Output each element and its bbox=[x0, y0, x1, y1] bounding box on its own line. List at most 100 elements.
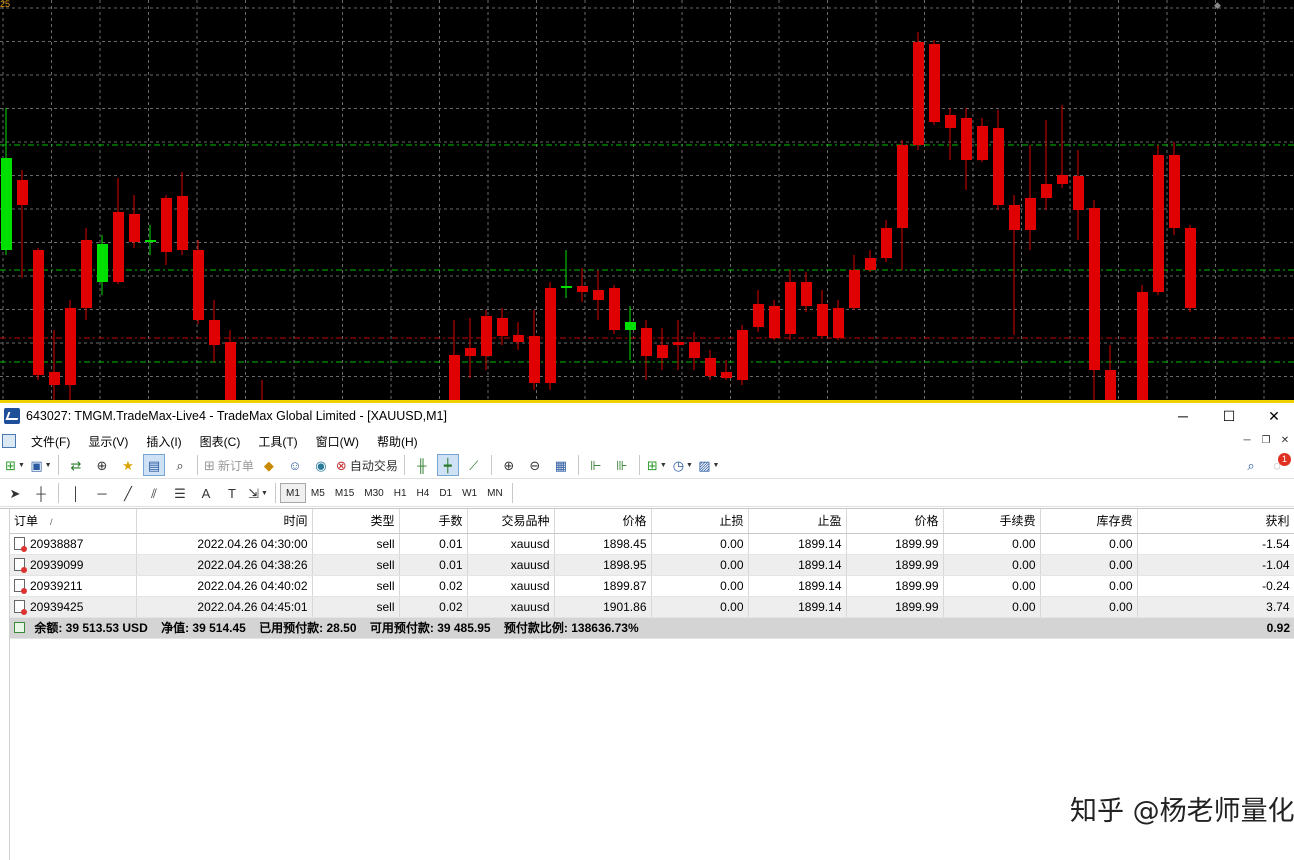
col-swap[interactable]: 库存费 bbox=[1040, 509, 1138, 534]
crosshair-button[interactable]: ┼ bbox=[30, 482, 52, 504]
candle-body bbox=[673, 342, 684, 345]
templates-button[interactable]: ▨ ▼ bbox=[698, 454, 720, 476]
dropdown-arrow-icon: ▼ bbox=[659, 461, 667, 469]
type-cell: sell bbox=[312, 533, 400, 555]
new-order-button[interactable]: ⊞ 新订单 bbox=[204, 454, 254, 476]
crosshair-target-icon: ⊕ bbox=[96, 457, 108, 473]
text-icon: A bbox=[201, 485, 211, 501]
zoom-out-button[interactable]: ⊖ bbox=[524, 454, 546, 476]
timeframe-m5[interactable]: M5 bbox=[306, 483, 330, 503]
timeframe-m1[interactable]: M1 bbox=[280, 483, 306, 503]
menu-tools[interactable]: 工具(T) bbox=[249, 433, 306, 450]
col-stop-loss[interactable]: 止损 bbox=[651, 509, 749, 534]
profiles-button[interactable]: ▣ ▼ bbox=[30, 454, 52, 476]
timeframe-m30[interactable]: M30 bbox=[359, 483, 388, 503]
menu-view[interactable]: 显示(V) bbox=[79, 433, 137, 450]
col-time[interactable]: 时间 bbox=[136, 509, 313, 534]
price-cell: 1899.99 bbox=[846, 596, 944, 618]
timeframe-h1[interactable]: H1 bbox=[389, 483, 412, 503]
market-watch-button[interactable]: ⇄ bbox=[65, 454, 87, 476]
indicators-button[interactable]: ⊞ ▼ bbox=[646, 454, 668, 476]
child-restore-icon[interactable]: ❐ bbox=[1259, 434, 1273, 448]
chart-window-icon[interactable] bbox=[2, 434, 16, 448]
notifications-button[interactable]: ◌ 1 bbox=[1266, 453, 1291, 476]
profit-cell: -1.04 bbox=[1137, 554, 1294, 576]
drawing-toolbar: ➤ ┼ │ ─ ╱ ⫽ ☰ A T ⇲ ▼ M1 M5 M15 M30 H1 H4… bbox=[0, 480, 1294, 507]
candle-body bbox=[177, 196, 188, 250]
zoom-in-button[interactable]: ⊕ bbox=[498, 454, 520, 476]
swap-cell: 0.00 bbox=[1040, 575, 1138, 597]
col-take-profit[interactable]: 止盈 bbox=[748, 509, 847, 534]
price-chart[interactable]: 25 ◆ bbox=[0, 0, 1294, 402]
tp-cell: 1899.14 bbox=[748, 533, 847, 555]
vertical-line-button[interactable]: │ bbox=[65, 482, 87, 504]
community-button[interactable]: ◉ bbox=[310, 454, 332, 476]
star-icon: ★ bbox=[122, 457, 134, 473]
trendline-button[interactable]: ╱ bbox=[117, 482, 139, 504]
arrows-button[interactable]: ⇲ ▼ bbox=[247, 482, 269, 504]
accounts-button[interactable]: ☺ bbox=[284, 454, 306, 476]
col-open-price[interactable]: 价格 bbox=[554, 509, 652, 534]
auto-trading-button[interactable]: ⊗ 自动交易 bbox=[336, 454, 398, 476]
candle-body bbox=[17, 180, 28, 205]
data-window-button[interactable]: ⊕ bbox=[91, 454, 113, 476]
candlestick-button[interactable]: ┿ bbox=[436, 454, 459, 476]
account-summary-row[interactable]: 余额: 39 513.53 USD 净值: 39 514.45 已用预付款: 2… bbox=[10, 617, 1294, 639]
col-symbol[interactable]: 交易品种 bbox=[467, 509, 555, 534]
timeframe-w1[interactable]: W1 bbox=[457, 483, 482, 503]
menu-charts[interactable]: 图表(C) bbox=[191, 433, 250, 450]
periods-button[interactable]: ◷ ▼ bbox=[672, 454, 694, 476]
col-price[interactable]: 价格 bbox=[846, 509, 944, 534]
new-chart-button[interactable]: ⊞ ▼ bbox=[4, 454, 26, 476]
metaeditor-button[interactable]: ◆ bbox=[258, 454, 280, 476]
search-button[interactable]: ⌕ bbox=[1240, 454, 1262, 476]
terminal-button[interactable]: ▤ bbox=[143, 454, 165, 476]
minimize-button[interactable]: ─ bbox=[1160, 403, 1206, 429]
menu-window[interactable]: 窗口(W) bbox=[307, 433, 368, 450]
crosshair-icon: ┼ bbox=[36, 485, 46, 501]
lots-cell: 0.01 bbox=[399, 533, 468, 555]
col-commission[interactable]: 手续费 bbox=[943, 509, 1041, 534]
menu-help[interactable]: 帮助(H) bbox=[368, 433, 427, 450]
table-row[interactable]: 20939099 2022.04.26 04:38:26 sell 0.01 xauus… bbox=[10, 554, 1294, 576]
cursor-button[interactable]: ➤ bbox=[4, 482, 26, 504]
sell-order-icon bbox=[14, 578, 27, 594]
auto-scroll-button[interactable]: ⊩ bbox=[585, 454, 607, 476]
horizontal-line-button[interactable]: ─ bbox=[91, 482, 113, 504]
timeframe-h4[interactable]: H4 bbox=[412, 483, 435, 503]
col-lots[interactable]: 手数 bbox=[399, 509, 468, 534]
menu-file[interactable]: 文件(F) bbox=[22, 433, 79, 450]
tile-windows-button[interactable]: ▦ bbox=[550, 454, 572, 476]
menu-insert[interactable]: 插入(I) bbox=[137, 433, 190, 450]
equidistant-channel-button[interactable]: ⫽ bbox=[143, 482, 165, 504]
profiles-icon: ▣ bbox=[30, 457, 43, 473]
profit-cell: 3.74 bbox=[1137, 596, 1294, 618]
navigator-button[interactable]: ★ bbox=[117, 454, 139, 476]
table-row[interactable]: 20939211 2022.04.26 04:40:02 sell 0.02 xauus… bbox=[10, 575, 1294, 597]
table-row[interactable]: 20938887 2022.04.26 04:30:00 sell 0.01 xauus… bbox=[10, 533, 1294, 555]
swap-cell: 0.00 bbox=[1040, 533, 1138, 555]
col-type[interactable]: 类型 bbox=[312, 509, 400, 534]
maximize-button[interactable]: ☐ bbox=[1206, 403, 1252, 429]
text-button[interactable]: A bbox=[195, 482, 217, 504]
candle-body bbox=[33, 250, 44, 375]
line-chart-button[interactable]: ⟋ bbox=[463, 454, 485, 476]
candle-body bbox=[753, 304, 764, 327]
sort-indicator: / bbox=[50, 517, 53, 528]
chart-shift-button[interactable]: ⊪ bbox=[611, 454, 633, 476]
timeframe-d1[interactable]: D1 bbox=[434, 483, 457, 503]
close-button[interactable]: ✕ bbox=[1251, 403, 1294, 429]
text-label-button[interactable]: T bbox=[221, 482, 243, 504]
timeframe-m15[interactable]: M15 bbox=[330, 483, 359, 503]
table-row[interactable]: 20939425 2022.04.26 04:45:01 sell 0.02 xauus… bbox=[10, 596, 1294, 618]
strategy-tester-button[interactable]: ⌕ bbox=[169, 454, 191, 476]
symbol-cell: xauusd bbox=[467, 596, 555, 618]
bar-chart-button[interactable]: ╫ bbox=[411, 454, 433, 476]
col-profit[interactable]: 获利 bbox=[1137, 509, 1294, 534]
timeframe-mn[interactable]: MN bbox=[482, 483, 508, 503]
fibonacci-button[interactable]: ☰ bbox=[169, 482, 191, 504]
new-order-label: 新订单 bbox=[217, 458, 254, 473]
child-close-icon[interactable]: ✕ bbox=[1278, 434, 1292, 448]
child-minimize-icon[interactable]: ─ bbox=[1240, 434, 1254, 448]
col-order[interactable]: 订单 / bbox=[10, 509, 137, 534]
